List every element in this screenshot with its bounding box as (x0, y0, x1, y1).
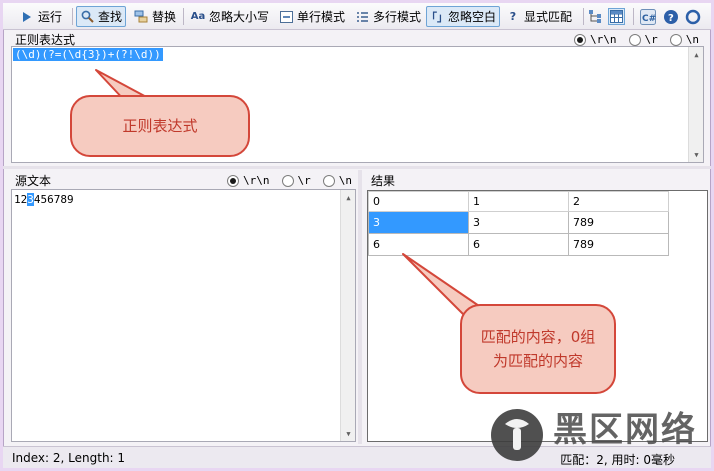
whitespace-icon: 「」 (426, 10, 448, 24)
ignore-whitespace-button[interactable]: 「」 忽略空白 (426, 6, 501, 27)
find-label: 查找 (98, 10, 123, 24)
csharp-code-icon[interactable]: C# (639, 8, 656, 25)
source-crlf-radio[interactable] (227, 174, 239, 187)
regex-crlf-radio[interactable] (574, 33, 586, 46)
single-line-button[interactable]: 单行模式 (276, 6, 348, 27)
ignore-case-button[interactable]: Aa 忽略大小写 (188, 6, 272, 27)
result-callout: 匹配的内容，0组为匹配的内容 (460, 304, 616, 394)
regex-lf-radio[interactable] (669, 33, 682, 46)
explicit-capture-button[interactable]: ? 显式匹配 (503, 6, 575, 27)
status-index-length: Index: 2, Length: 1 (12, 451, 126, 465)
ignore-whitespace-label: 忽略空白 (448, 10, 497, 24)
explicit-capture-label: 显式匹配 (524, 10, 573, 24)
watermark-text: 黑区网络 (553, 410, 697, 450)
ignore-case-label: 忽略大小写 (209, 10, 270, 24)
replace-button[interactable]: 替换 (131, 6, 179, 27)
source-cr-radio[interactable] (281, 174, 294, 187)
regex-callout-text: 正则表达式 (122, 117, 198, 135)
search-icon (80, 10, 94, 24)
case-icon: Aa (190, 11, 206, 22)
table-header-row: 0 1 2 (368, 191, 669, 212)
table-view-icon[interactable] (608, 8, 625, 25)
regex-callout: 正则表达式 (70, 95, 250, 157)
table-cell[interactable]: 6 (368, 233, 469, 256)
multi-line-label: 多行模式 (373, 10, 422, 24)
replace-icon (134, 10, 148, 24)
results-panel-title: 结果 (371, 174, 396, 188)
help-icon[interactable]: ? (662, 8, 679, 25)
toolbar-separator (72, 8, 73, 25)
table-row[interactable]: 3 3 789 (368, 211, 669, 234)
column-header[interactable]: 1 (468, 191, 569, 212)
explicit-capture-icon: ? (509, 10, 517, 23)
regex-line-ending-options: \r\n \r \n (574, 33, 699, 46)
results-table: 0 1 2 3 3 789 6 6 789 (368, 191, 669, 256)
column-header[interactable]: 0 (368, 191, 469, 212)
source-panel-title: 源文本 (15, 174, 52, 188)
source-cr-label: \r (297, 174, 311, 187)
find-button[interactable]: 查找 (76, 6, 127, 27)
single-line-icon (279, 10, 293, 24)
source-line-ending-options: \r\n \r \n (227, 174, 352, 187)
multi-line-button[interactable]: 多行模式 (352, 6, 424, 27)
regex-pattern-text: (\d)(?=(\d{3})+(?!\d)) (13, 48, 163, 61)
regex-scrollbar[interactable]: ▲ ▼ (688, 47, 703, 162)
column-header[interactable]: 2 (568, 191, 669, 212)
scroll-up-icon[interactable]: ▲ (689, 47, 703, 62)
run-label: 运行 (38, 10, 63, 24)
horizontal-splitter[interactable] (3, 166, 711, 169)
replace-label: 替换 (152, 10, 177, 24)
run-button[interactable]: 运行 (17, 6, 65, 27)
svg-text:C#: C# (642, 14, 656, 24)
regex-crlf-label: \r\n (590, 33, 617, 46)
svg-text:?: ? (668, 13, 674, 24)
multi-line-icon (355, 10, 369, 24)
toolbar-separator (583, 8, 584, 25)
play-icon (20, 10, 34, 24)
source-text-after: 456789 (33, 193, 74, 206)
regex-lf-label: \n (685, 33, 699, 46)
source-scrollbar[interactable]: ▲ ▼ (340, 190, 355, 441)
scroll-down-icon[interactable]: ▼ (689, 147, 703, 162)
table-cell[interactable]: 6 (468, 233, 569, 256)
table-cell[interactable]: 789 (568, 233, 669, 256)
toolbar-separator (633, 8, 634, 25)
source-lf-label: \n (338, 174, 352, 187)
vertical-splitter[interactable] (358, 170, 362, 444)
scroll-up-icon[interactable]: ▲ (341, 190, 355, 205)
toolbar: 运行 查找 替换 Aa 忽略大小写 单行模式 多行模式 「」 忽略空白 ? 显式… (3, 3, 711, 30)
about-icon[interactable] (684, 8, 701, 25)
table-cell[interactable]: 3 (368, 211, 469, 234)
table-cell[interactable]: 3 (468, 211, 569, 234)
source-text: 123456789 (14, 193, 74, 206)
regex-cr-radio[interactable] (628, 33, 641, 46)
scroll-down-icon[interactable]: ▼ (341, 426, 355, 441)
source-crlf-label: \r\n (243, 174, 270, 187)
watermark-logo-icon (491, 409, 543, 461)
table-cell[interactable]: 789 (568, 211, 669, 234)
regex-cr-label: \r (644, 33, 658, 46)
source-text-highlight: 3 (27, 193, 34, 206)
source-text-input[interactable]: 123456789 ▲ ▼ (11, 189, 356, 442)
result-callout-text: 匹配的内容，0组为匹配的内容 (480, 328, 596, 370)
source-lf-radio[interactable] (322, 174, 335, 187)
table-row[interactable]: 6 6 789 (368, 233, 669, 256)
source-text-before: 12 (14, 193, 28, 206)
toolbar-separator (183, 8, 184, 25)
tree-view-icon[interactable] (587, 8, 604, 25)
single-line-label: 单行模式 (297, 10, 346, 24)
